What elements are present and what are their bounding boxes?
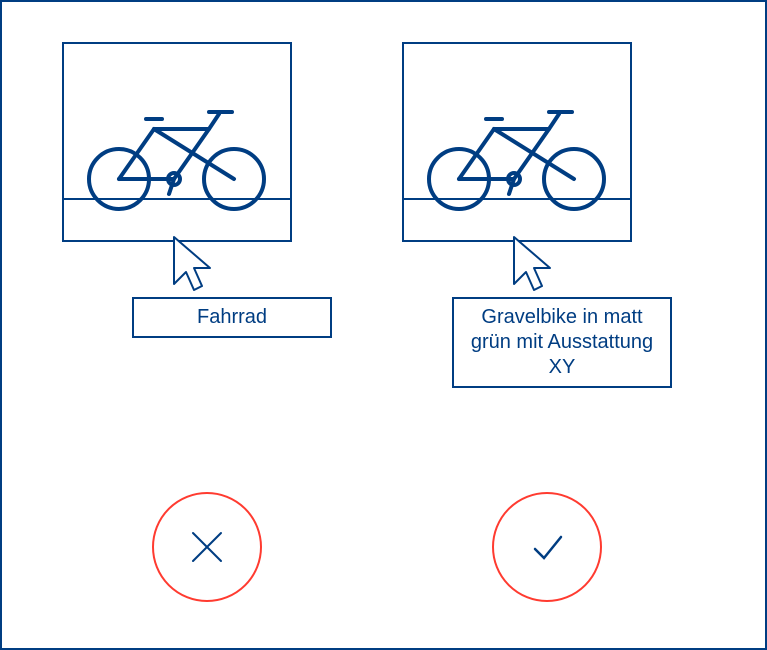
diagram-canvas: Fahrrad — [0, 0, 767, 650]
example-bad: Fahrrad — [62, 42, 362, 242]
cursor-icon — [502, 232, 562, 302]
alt-text-tooltip: Fahrrad — [132, 297, 332, 338]
ground-line — [64, 198, 290, 200]
image-thumbnail — [62, 42, 292, 242]
alt-text-tooltip: Gravelbike in matt grün mit Ausstattung … — [452, 297, 672, 388]
status-incorrect — [152, 492, 262, 602]
cursor-icon — [162, 232, 222, 302]
status-correct — [492, 492, 602, 602]
image-thumbnail — [402, 42, 632, 242]
ground-line — [404, 198, 630, 200]
check-mark-icon — [525, 525, 569, 569]
example-good: Gravelbike in matt grün mit Ausstattung … — [402, 42, 702, 242]
bicycle-icon — [414, 94, 624, 214]
x-mark-icon — [185, 525, 229, 569]
bicycle-icon — [74, 94, 284, 214]
